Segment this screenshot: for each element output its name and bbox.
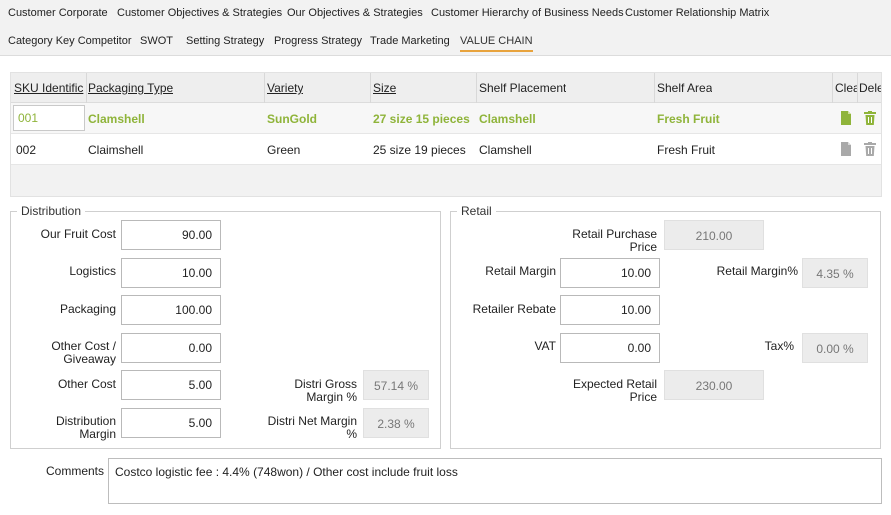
column-header-shelf-placement: Shelf Placement [479, 81, 567, 95]
logistics-field[interactable] [121, 258, 221, 288]
column-header-delete: Dele [859, 81, 881, 95]
cell-shelf-placement: Clamshell [479, 143, 532, 157]
cell-packaging-type: Clamshell [88, 112, 145, 126]
delete-trash-icon[interactable] [864, 111, 876, 125]
retail-margin-label: Retail Margin [485, 264, 556, 278]
cell-size: 27 size 15 pieces [373, 112, 470, 126]
distri-gross-margin-value: 57.14 % [363, 370, 429, 400]
column-header-clear: Clea [835, 81, 857, 95]
cell-variety: SunGold [267, 112, 317, 126]
tab-customer-corporate[interactable]: Customer Corporate [8, 7, 108, 19]
packaging-label: Packaging [59, 302, 116, 316]
retail-purchase-price-label: Retail Purchase Price [572, 227, 657, 254]
tab-value-chain[interactable]: VALUE CHAIN [460, 35, 533, 52]
comments-label: Comments [45, 464, 104, 478]
column-header-sku[interactable]: SKU Identific [14, 81, 86, 95]
vat-label: VAT [534, 339, 556, 353]
expected-retail-price-value: 230.00 [664, 370, 764, 400]
tab-trade-marketing[interactable]: Trade Marketing [370, 35, 450, 47]
grid-header: SKU Identific Packaging Type Variety Siz… [11, 73, 881, 103]
cell-sku: 002 [16, 143, 37, 157]
packaging-field[interactable] [121, 295, 221, 325]
tab-customer-hierarchy[interactable]: Customer Hierarchy of Business Needs [431, 7, 624, 19]
cell-shelf-area: Fresh Fruit [657, 143, 716, 157]
tab-swot[interactable]: SWOT [140, 35, 173, 47]
distribution-margin-label: Distribution Margin [55, 414, 116, 441]
column-header-packaging-type[interactable]: Packaging Type [88, 81, 173, 95]
tab-customer-relationship-matrix[interactable]: Customer Relationship Matrix [625, 7, 769, 19]
cell-shelf-placement: Clamshell [479, 112, 536, 126]
column-header-variety[interactable]: Variety [267, 81, 303, 95]
comments-field[interactable]: Costco logistic fee : 4.4% (748won) / Ot… [108, 458, 882, 504]
expected-retail-price-label: Expected Retail Price [572, 377, 657, 404]
cell-packaging-type: Claimshell [88, 143, 144, 157]
sku-grid: SKU Identific Packaging Type Variety Siz… [10, 72, 882, 197]
tab-setting-strategy[interactable]: Setting Strategy [186, 35, 264, 47]
column-header-size[interactable]: Size [373, 81, 396, 95]
cell-shelf-area: Fresh Fruit [657, 112, 720, 126]
cell-variety: Green [267, 143, 301, 157]
retailer-rebate-field[interactable] [560, 295, 660, 325]
distribution-title: Distribution [17, 204, 86, 218]
vat-field[interactable] [560, 333, 660, 363]
column-header-shelf-area: Shelf Area [657, 81, 713, 95]
cell-size: 25 size 19 pieces [373, 143, 466, 157]
retail-margin-pct-value: 4.35 % [802, 258, 868, 288]
retail-margin-field[interactable] [560, 258, 660, 288]
other-cost-giveaway-label: Other Cost / Giveaway [51, 339, 116, 366]
distri-net-margin-label: Distri Net Margin % [267, 414, 357, 441]
tab-customer-objectives[interactable]: Customer Objectives & Strategies [117, 7, 282, 19]
distribution-margin-field[interactable] [121, 408, 221, 438]
delete-trash-icon[interactable] [864, 142, 876, 156]
tab-our-objectives[interactable]: Our Objectives & Strategies [287, 7, 423, 19]
logistics-label: Logistics [69, 264, 116, 278]
tab-bar: Customer Corporate Customer Objectives &… [0, 0, 891, 56]
retail-purchase-price-value: 210.00 [664, 220, 764, 250]
clear-document-icon[interactable] [840, 142, 852, 156]
distri-net-margin-value: 2.38 % [363, 408, 429, 438]
other-cost-label: Other Cost [57, 377, 116, 391]
table-row[interactable]: Clamshell SunGold 27 size 15 pieces Clam… [11, 103, 881, 134]
tab-category-key-competitor[interactable]: Category Key Competitor [8, 35, 132, 47]
other-cost-field[interactable] [121, 370, 221, 400]
our-fruit-cost-field[interactable] [121, 220, 221, 250]
our-fruit-cost-label: Our Fruit Cost [40, 227, 116, 241]
distri-gross-margin-label: Distri Gross Margin % [294, 377, 357, 404]
retailer-rebate-label: Retailer Rebate [472, 302, 556, 316]
other-cost-giveaway-field[interactable] [121, 333, 221, 363]
tab-progress-strategy[interactable]: Progress Strategy [274, 35, 362, 47]
tax-pct-value: 0.00 % [802, 333, 868, 363]
tax-pct-label: Tax% [764, 339, 794, 353]
retail-title: Retail [457, 204, 496, 218]
table-row[interactable]: 002 Claimshell Green 25 size 19 pieces C… [11, 134, 881, 165]
retail-margin-pct-label: Retail Margin% [716, 264, 798, 278]
clear-document-icon[interactable] [840, 111, 852, 125]
sku-input[interactable] [13, 105, 85, 131]
